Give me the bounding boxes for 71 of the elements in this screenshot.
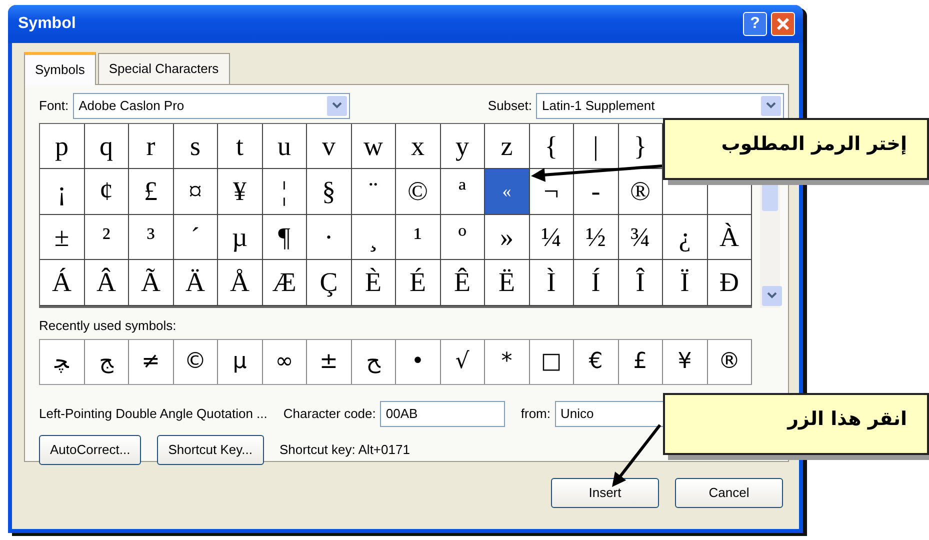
button[interactable]: AutoCorrect... [39, 435, 142, 465]
symbol-cell[interactable]: q [84, 124, 129, 169]
button[interactable]: Cancel [675, 478, 783, 508]
button[interactable]: Shortcut Key... [157, 435, 264, 465]
button[interactable]: Insert [551, 478, 659, 508]
symbol-cell[interactable]: Ã [129, 260, 174, 306]
character-code-field[interactable]: 00AB [380, 401, 505, 427]
help-button[interactable]: ? [743, 12, 767, 36]
subset-dropdown[interactable]: Latin-1 Supplement [536, 92, 784, 118]
symbol-cell[interactable]: µ [218, 214, 262, 260]
symbol-cell[interactable]: t [218, 124, 262, 169]
symbol-cell[interactable]: ± [40, 214, 84, 260]
symbol-cell[interactable]: £ [129, 169, 174, 214]
symbol-cell[interactable]: Å [218, 260, 262, 306]
symbol-cell[interactable]: p [40, 124, 84, 169]
field-label: Character code: [283, 405, 376, 424]
symbol-cell[interactable]: À [708, 214, 752, 260]
symbol-cell[interactable]: ¨ [352, 169, 396, 214]
symbol-cell[interactable]: w [352, 124, 396, 169]
symbol-cell[interactable]: x [396, 124, 440, 169]
tab[interactable]: Symbols [24, 52, 96, 84]
symbol-cell[interactable]: { [530, 124, 574, 169]
symbol-cell[interactable]: « [485, 169, 530, 214]
symbol-cell[interactable]: ¶ [262, 214, 307, 260]
section-label: Recently used symbols: [39, 316, 178, 335]
symbol-cell[interactable]: Â [84, 260, 129, 306]
tab[interactable]: Special Characters [98, 53, 230, 84]
symbol-cell[interactable]: ³ [129, 214, 174, 260]
symbol-cell[interactable]: · [307, 214, 352, 260]
symbol-cell[interactable]: s [174, 124, 218, 169]
symbol-cell[interactable]: ¢ [84, 169, 129, 214]
symbol-cell[interactable]: É [396, 260, 440, 306]
symbol-cell[interactable]: Ë [485, 260, 530, 306]
symbol-cell[interactable]: Î [618, 260, 663, 306]
symbol-cell[interactable]: Ê [440, 260, 485, 306]
symbol-cell[interactable]: Æ [262, 260, 307, 306]
symbol-cell[interactable]: ´ [174, 214, 218, 260]
symbol-cell[interactable]: ¸ [352, 214, 396, 260]
symbol-cell[interactable]: Ï [663, 260, 708, 306]
symbol-cell[interactable]: Ä [174, 260, 218, 306]
symbol-cell[interactable]: ¦ [262, 169, 307, 214]
symbol-cell[interactable]: Ç [307, 260, 352, 306]
symbol-cell[interactable]: ¿ [663, 214, 708, 260]
field-label: from: [520, 405, 551, 424]
symbol-cell[interactable]: » [485, 214, 530, 260]
font-dropdown[interactable]: Adobe Caslon Pro [72, 92, 350, 118]
window-title: Symbol [18, 14, 77, 34]
symbol-cell[interactable]: § [307, 169, 352, 214]
symbol-cell[interactable]: ² [84, 214, 129, 260]
field-label: Subset: [488, 96, 532, 115]
symbol-cell[interactable]: Í [574, 260, 618, 306]
symbol-cell[interactable]: ¼ [530, 214, 574, 260]
symbol-cell[interactable]: ¥ [218, 169, 262, 214]
symbol-cell[interactable]: © [396, 169, 440, 214]
character-name: Left-Pointing Double Angle Quotation ... [39, 405, 268, 424]
symbol-cell[interactable]: ¹ [396, 214, 440, 260]
symbol-cell[interactable]: Ì [530, 260, 574, 306]
symbol-cell[interactable]: Á [40, 260, 84, 306]
symbol-cell[interactable]: v [307, 124, 352, 169]
shortcut-key-text: Shortcut key: Alt+0171 [280, 441, 410, 460]
field-label: Font: [39, 96, 69, 115]
symbol-cell[interactable]: y [440, 124, 485, 169]
symbol-cell[interactable]: ½ [574, 214, 618, 260]
symbol-cell[interactable]: u [262, 124, 307, 169]
symbol-cell[interactable]: ¤ [174, 169, 218, 214]
symbol-cell[interactable]: r [129, 124, 174, 169]
symbol-cell[interactable]: ¾ [618, 214, 663, 260]
symbol-cell[interactable]: º [440, 214, 485, 260]
symbol-cell[interactable]: È [352, 260, 396, 306]
symbol-cell[interactable]: ¡ [40, 169, 84, 214]
symbol-cell[interactable]: Ð [708, 260, 752, 306]
